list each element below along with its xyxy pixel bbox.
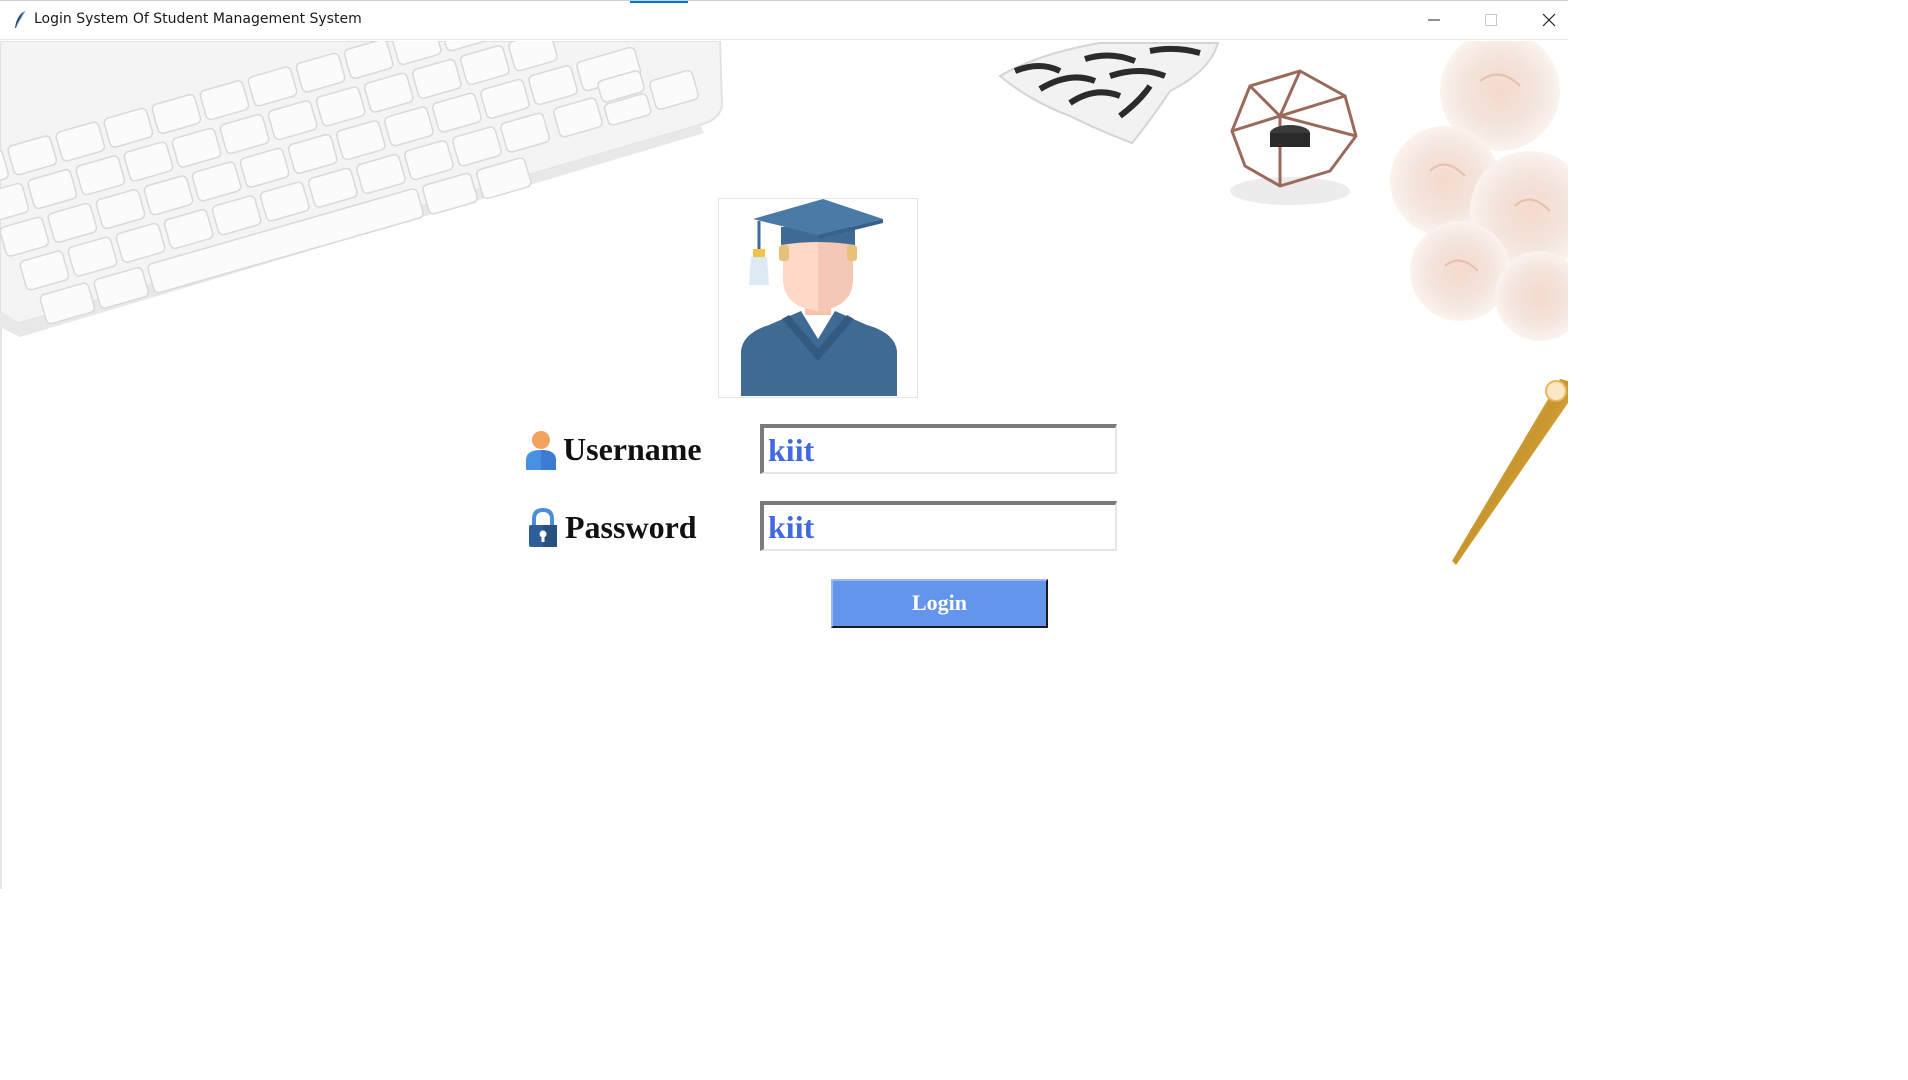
keyboard-photo	[0, 41, 724, 337]
username-input[interactable]	[760, 424, 1117, 474]
user-icon	[526, 431, 556, 470]
minimize-icon	[1428, 19, 1440, 21]
login-button[interactable]: Login	[831, 579, 1048, 628]
zebra-tray-photo	[998, 42, 1220, 145]
password-label: Password	[565, 509, 697, 545]
maximize-button[interactable]	[1468, 1, 1514, 39]
app-window: Login System Of Student Management Syste…	[0, 0, 1568, 889]
title-bar: Login System Of Student Management Syste…	[0, 1, 1568, 40]
student-graduate-icon	[741, 199, 897, 396]
minimize-button[interactable]	[1411, 1, 1457, 39]
feather-icon	[15, 10, 26, 28]
roses-photo	[1390, 41, 1568, 341]
focus-accent	[630, 1, 688, 3]
gold-pen-photo	[1452, 379, 1568, 565]
lock-icon	[529, 508, 557, 547]
close-button[interactable]	[1526, 1, 1572, 39]
window-title: Login System Of Student Management Syste…	[34, 11, 362, 27]
maximize-icon	[1485, 14, 1497, 26]
candle-holder-photo	[1230, 69, 1358, 205]
close-icon	[1542, 13, 1556, 27]
password-input[interactable]	[760, 501, 1117, 551]
username-label: Username	[563, 431, 702, 467]
student-avatar	[718, 198, 918, 398]
